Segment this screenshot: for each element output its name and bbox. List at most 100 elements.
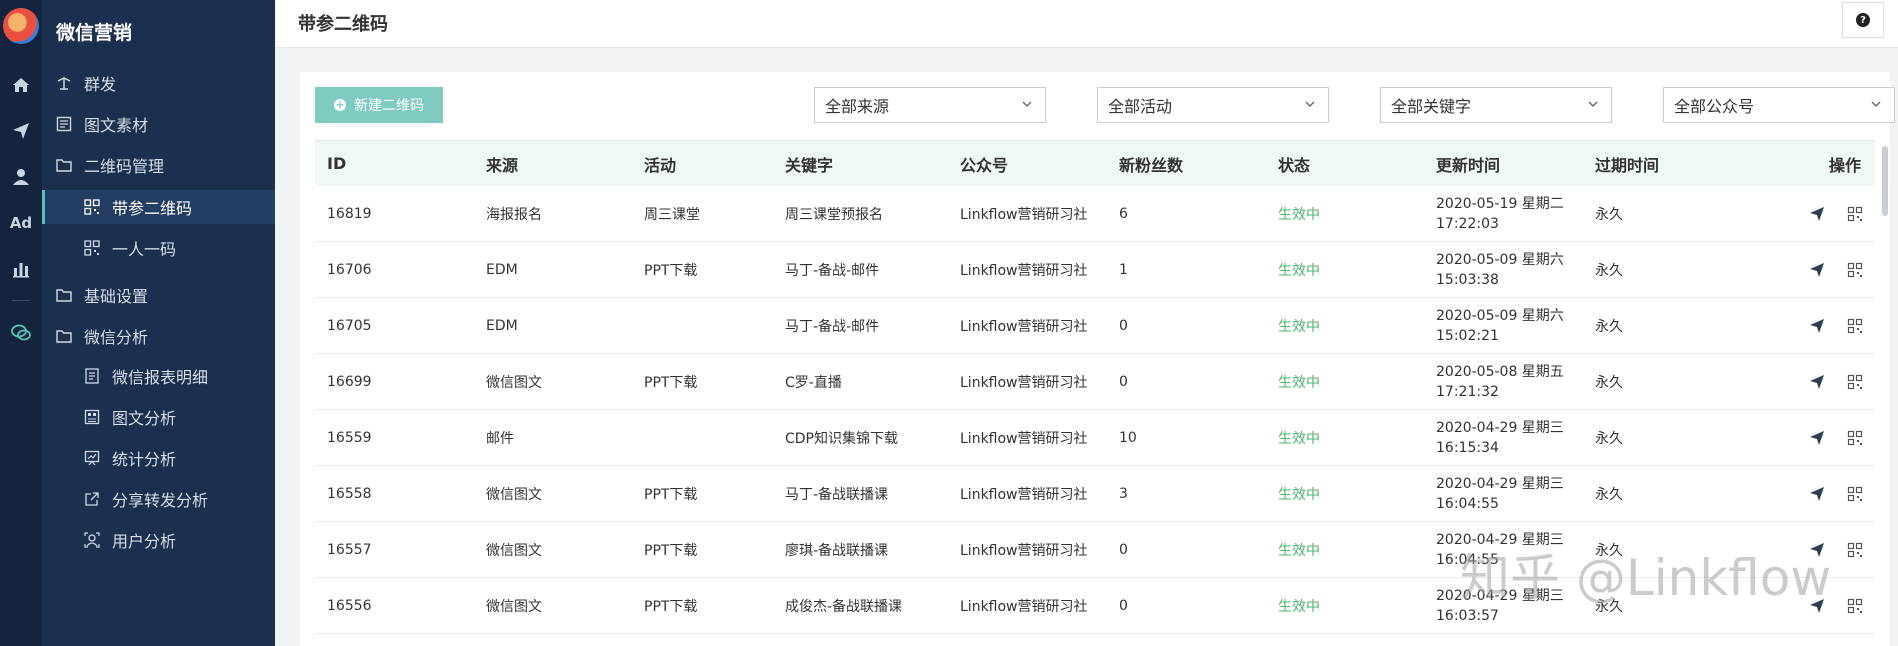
ad-icon[interactable]: Ad [0, 208, 42, 238]
scrollbar[interactable] [1882, 146, 1888, 216]
bar-chart-icon[interactable] [0, 254, 42, 284]
sidebar-item-basic-settings[interactable]: 基础设置 [42, 278, 275, 312]
cell-expire: 永久 [1595, 374, 1623, 391]
sidebar-item-label: 图文分析 [112, 409, 177, 428]
column-header-activity[interactable]: 活动 [632, 152, 773, 176]
table-row[interactable]: 16706 EDM PPT下载 马丁-备战-邮件 Linkflow营销研习社 1 生效中 20… [315, 242, 1875, 298]
chevron-down-icon [1871, 101, 1881, 107]
sidebar-item-wechat-analysis[interactable]: 微信分析 [42, 319, 275, 353]
cell-source: 微信图文 [486, 542, 542, 559]
send-icon[interactable] [0, 116, 42, 146]
table-row[interactable]: 16819 海报报名 周三课堂 周三课堂预报名 Linkflow营销研习社 6 生效中 202… [315, 186, 1875, 242]
table-row[interactable]: 16705 EDM 马丁-备战-邮件 Linkflow营销研习社 0 生效中 2020-05… [315, 298, 1875, 354]
cell-fans: 0 [1119, 597, 1128, 614]
share-icon [82, 489, 102, 509]
cell-keyword: 马丁-备战-邮件 [785, 262, 880, 279]
page-title: 带参二维码 [298, 14, 388, 35]
sidebar-item-label: 带参二维码 [112, 199, 193, 218]
column-header-keyword[interactable]: 关键字 [773, 152, 948, 176]
column-header-new-fans[interactable]: 新粉丝数 [1107, 152, 1266, 176]
column-header-id[interactable]: ID [315, 154, 474, 173]
row-actions [1750, 374, 1875, 390]
column-header-updated[interactable]: 更新时间 [1424, 152, 1583, 176]
folder-icon [54, 285, 74, 305]
user-icon[interactable] [0, 162, 42, 192]
qrcode-icon[interactable] [1847, 486, 1863, 502]
sidebar-item-label: 二维码管理 [84, 157, 165, 176]
help-button[interactable]: ? [1842, 2, 1884, 38]
stats-icon [82, 448, 102, 468]
sidebar-item-articles[interactable]: 图文素材 [42, 107, 275, 141]
table-row[interactable]: 16559 邮件 CDP知识集锦下载 Linkflow营销研习社 10 生效中 2020-0… [315, 410, 1875, 466]
new-qrcode-label: 新建二维码 [354, 98, 424, 114]
sidebar-item-broadcast[interactable]: 群发 [42, 66, 275, 100]
cell-expire: 永久 [1595, 206, 1623, 223]
activity-filter-select[interactable]: 全部活动 [1097, 87, 1329, 123]
keyword-filter-select[interactable]: 全部关键字 [1380, 87, 1612, 123]
updated-time: 17:22:03 [1436, 215, 1499, 232]
sidebar-item-label: 统计分析 [112, 450, 177, 469]
sidebar-item-label: 基础设置 [84, 287, 149, 306]
sidebar-item-one-person-one-code[interactable]: 一人一码 [42, 231, 275, 265]
qrcode-icon[interactable] [1847, 542, 1863, 558]
qrcode-icon[interactable] [1847, 374, 1863, 390]
send-icon[interactable] [1809, 206, 1825, 222]
cell-expire: 永久 [1595, 262, 1623, 279]
cell-updated: 2020-05-19 星期二 17:22:03 [1424, 194, 1583, 234]
table-row[interactable]: 16558 微信图文 PPT下载 马丁-备战联播课 Linkflow营销研习社 3 生效中 2… [315, 466, 1875, 522]
cell-updated: 2020-05-08 星期五 17:21:32 [1424, 362, 1583, 402]
home-icon[interactable] [0, 70, 42, 100]
cell-account: Linkflow营销研习社 [960, 430, 1088, 447]
column-header-account[interactable]: 公众号 [948, 152, 1107, 176]
source-filter-select[interactable]: 全部来源 [814, 87, 1046, 123]
sidebar-item-stats-analysis[interactable]: 统计分析 [42, 441, 275, 475]
sidebar-item-user-analysis[interactable]: 用户分析 [42, 523, 275, 557]
send-icon[interactable] [1809, 262, 1825, 278]
status-badge: 生效中 [1278, 430, 1320, 447]
cell-activity: PPT下载 [644, 374, 698, 391]
sidebar-item-label: 微信分析 [84, 328, 149, 347]
table-row[interactable]: 16699 微信图文 PPT下载 C罗-直播 Linkflow营销研习社 0 生效中 2020… [315, 354, 1875, 410]
qrcode-icon[interactable] [1847, 262, 1863, 278]
cell-source: 邮件 [486, 430, 514, 447]
cell-keyword: 周三课堂预报名 [785, 206, 883, 223]
cell-id: 16819 [327, 205, 372, 222]
column-header-source[interactable]: 来源 [474, 152, 632, 176]
updated-date: 2020-05-19 星期二 [1436, 195, 1564, 212]
sidebar-item-wechat-report[interactable]: 微信报表明细 [42, 359, 275, 393]
row-actions [1750, 318, 1875, 334]
send-icon[interactable] [1809, 430, 1825, 446]
row-actions [1750, 486, 1875, 502]
send-icon[interactable] [1809, 318, 1825, 334]
cell-keyword: 成俊杰-备战联播课 [785, 598, 903, 615]
qrcode-icon[interactable] [1847, 206, 1863, 222]
qrcode-icon[interactable] [1847, 430, 1863, 446]
column-header-actions: 操作 [1828, 155, 1861, 175]
app-logo[interactable] [3, 8, 39, 44]
sidebar-item-article-analysis[interactable]: 图文分析 [42, 400, 275, 434]
cell-fans: 3 [1119, 485, 1128, 502]
send-icon[interactable] [1809, 486, 1825, 502]
cell-account: Linkflow营销研习社 [960, 206, 1088, 223]
row-actions [1750, 206, 1875, 222]
send-icon[interactable] [1809, 374, 1825, 390]
qrcode-icon[interactable] [1847, 318, 1863, 334]
sidebar-item-qrcode-management[interactable]: 二维码管理 [42, 148, 275, 182]
column-header-status[interactable]: 状态 [1266, 152, 1424, 176]
qrcode-icon[interactable] [1847, 598, 1863, 614]
table-header: ID 来源 活动 关键字 公众号 新粉丝数 状态 更新时间 过期时间 操作 [315, 140, 1875, 186]
cell-activity: PPT下载 [644, 598, 698, 615]
sidebar-item-share-analysis[interactable]: 分享转发分析 [42, 482, 275, 516]
new-qrcode-button[interactable]: + 新建二维码 [315, 87, 443, 123]
wechat-icon[interactable] [0, 318, 42, 348]
cell-updated: 2020-04-29 星期三 16:04:55 [1424, 474, 1583, 514]
folder-icon [54, 326, 74, 346]
updated-date: 2020-04-29 星期三 [1436, 475, 1564, 492]
column-header-expire[interactable]: 过期时间 [1583, 152, 1750, 176]
account-filter-select[interactable]: 全部公众号 [1663, 87, 1895, 123]
cell-account: Linkflow营销研习社 [960, 542, 1088, 559]
sidebar-item-param-qrcode[interactable]: 带参二维码 [42, 190, 275, 224]
cell-fans: 0 [1119, 317, 1128, 334]
sidebar-item-label: 微信报表明细 [112, 368, 209, 387]
chevron-down-icon [1305, 101, 1315, 107]
